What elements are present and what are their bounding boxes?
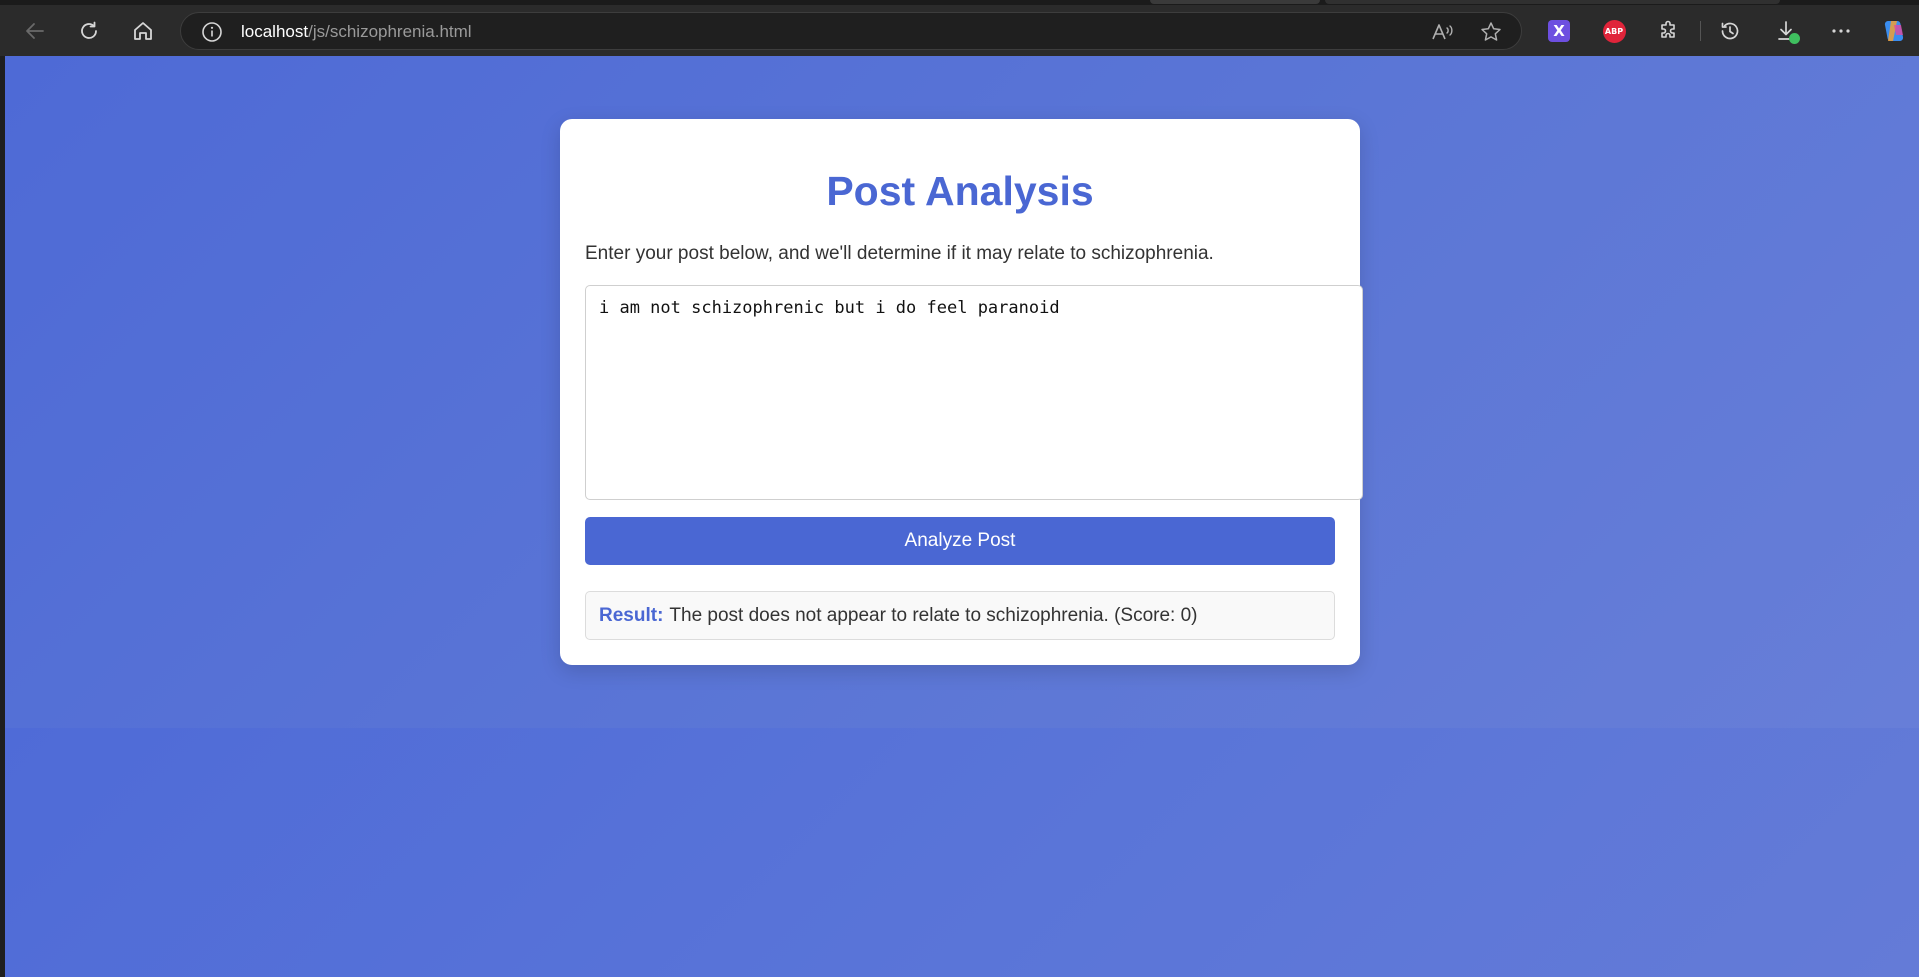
background-band [5,728,1919,977]
result-text: The post does not appear to relate to sc… [669,604,1198,626]
analyze-post-button[interactable]: Analyze Post [585,517,1335,565]
address-bar[interactable]: localhost/js/schizophrenia.html [180,12,1522,50]
page-viewport: Post Analysis Enter your post below, and… [5,56,1919,977]
home-button[interactable] [124,13,162,49]
url-path: /js/schizophrenia.html [308,22,472,41]
adblock-plus-button[interactable]: ABP [1595,13,1633,49]
history-icon [1718,19,1742,43]
more-menu-icon [1829,19,1853,43]
more-menu-button[interactable] [1822,13,1860,49]
post-input[interactable]: i am not schizophrenic but i do feel par… [585,285,1363,500]
extensions-puzzle-icon [1657,19,1681,43]
x-extension-button[interactable]: X [1540,13,1578,49]
history-button[interactable] [1711,13,1749,49]
favorite-star-icon[interactable] [1480,21,1502,48]
result-label: Result: [599,604,664,626]
download-complete-badge [1789,33,1800,44]
refresh-icon [77,19,101,43]
read-aloud-icon[interactable] [1431,22,1455,47]
page-title: Post Analysis [826,168,1094,214]
page-description: Enter your post below, and we'll determi… [585,243,1214,264]
browser-toolbar: localhost/js/schizophrenia.html X ABP [0,5,1919,56]
extensions-button[interactable] [1650,13,1688,49]
copilot-button[interactable] [1875,13,1913,49]
downloads-button[interactable] [1767,13,1805,49]
refresh-button[interactable] [70,13,108,49]
back-button[interactable] [16,13,54,49]
adblock-plus-icon: ABP [1602,19,1626,43]
info-icon[interactable] [201,21,223,48]
result-box: Result: The post does not appear to rela… [585,591,1335,640]
downloads-icon [1774,19,1800,44]
x-extension-icon: X [1548,20,1570,42]
copilot-icon [1880,17,1908,45]
home-icon [131,19,155,43]
analysis-card: Post Analysis Enter your post below, and… [560,119,1363,665]
url-text: localhost/js/schizophrenia.html [241,22,472,42]
url-host: localhost [241,22,309,41]
back-icon [23,19,47,43]
toolbar-divider [1700,21,1701,41]
tab[interactable] [1150,0,1320,4]
tab[interactable] [1325,0,1780,4]
